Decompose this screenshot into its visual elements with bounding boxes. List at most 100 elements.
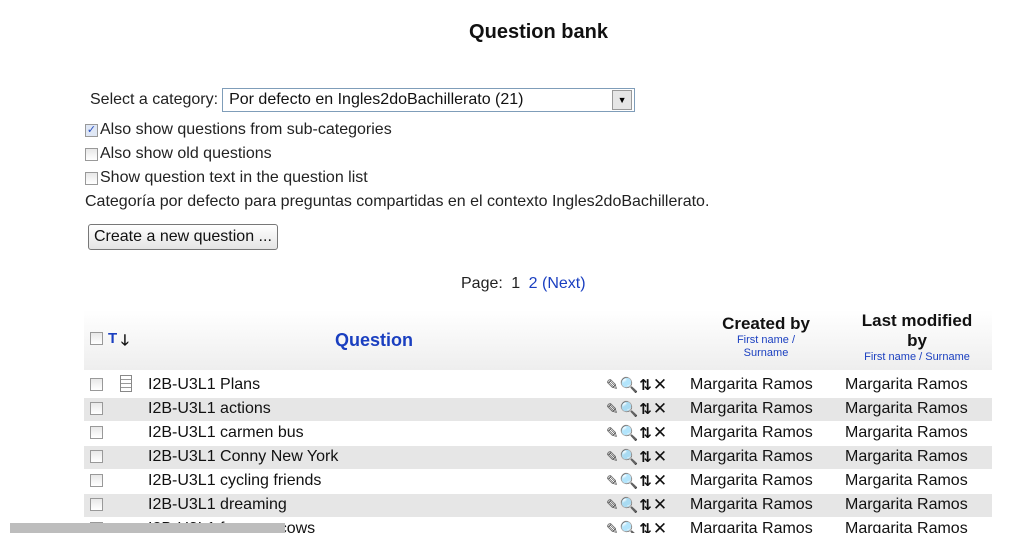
preview-icon[interactable]: 🔍 — [620, 425, 640, 442]
preview-icon[interactable]: 🔍 — [620, 521, 640, 533]
option-label: Also show questions from sub-categories — [100, 121, 392, 138]
edit-icon[interactable]: ✎ — [606, 401, 620, 418]
row-checkbox[interactable] — [90, 498, 103, 511]
preview-icon[interactable]: 🔍 — [620, 497, 640, 514]
row-actions: ✎🔍⇅✕ — [606, 519, 668, 533]
delete-icon[interactable]: ✕ — [653, 495, 668, 514]
pagination: Page: 1 2 (Next) — [461, 275, 586, 293]
delete-icon[interactable]: ✕ — [653, 375, 668, 394]
page-label: Page: — [461, 275, 503, 292]
preview-icon[interactable]: 🔍 — [620, 401, 640, 418]
modified-by-sort-link[interactable]: First name / Surname — [842, 351, 992, 364]
page-next-link[interactable]: (Next) — [542, 275, 586, 292]
option-old-questions[interactable]: Also show old questions — [85, 145, 272, 163]
created-by-sort-link[interactable]: First name / Surname — [716, 334, 816, 360]
row-checkbox[interactable] — [90, 450, 103, 463]
chevron-down-icon[interactable]: ▼ — [612, 90, 633, 110]
row-actions: ✎🔍⇅✕ — [606, 423, 668, 443]
move-icon[interactable]: ⇅ — [639, 473, 653, 490]
created-by-cell: Margarita Ramos — [690, 424, 813, 441]
row-checkbox[interactable] — [90, 402, 103, 415]
created-by-header: Created by First name / Surname — [700, 314, 832, 360]
row-actions: ✎🔍⇅✕ — [606, 375, 668, 395]
option-subcategories[interactable]: ✓ Also show questions from sub-categorie… — [85, 121, 392, 139]
row-checkbox[interactable] — [90, 378, 103, 391]
move-icon[interactable]: ⇅ — [639, 425, 653, 442]
table-row: I2B-U3L1 actions ✎🔍⇅✕ Margarita Ramos Ma… — [84, 398, 992, 421]
modified-by-cell: Margarita Ramos — [845, 424, 968, 441]
question-name: I2B-U3L1 dreaming — [148, 496, 287, 513]
move-icon[interactable]: ⇅ — [639, 497, 653, 514]
edit-icon[interactable]: ✎ — [606, 473, 620, 490]
sort-question-link[interactable]: Question — [335, 330, 413, 351]
question-name: I2B-U3L1 Plans — [148, 376, 261, 393]
delete-icon[interactable]: ✕ — [653, 519, 668, 533]
modified-by-cell: Margarita Ramos — [845, 496, 968, 513]
page-link-2[interactable]: 2 — [529, 275, 538, 292]
option-label: Show question text in the question list — [100, 169, 368, 186]
category-select[interactable]: Por defecto en Ingles2doBachillerato (21… — [222, 88, 636, 112]
table-row: I2B-U3L1 carmen bus ✎🔍⇅✕ Margarita Ramos… — [84, 422, 992, 445]
question-name: I2B-U3L1 actions — [148, 400, 271, 417]
edit-icon[interactable]: ✎ — [606, 377, 620, 394]
modified-by-cell: Margarita Ramos — [845, 520, 968, 533]
delete-icon[interactable]: ✕ — [653, 447, 668, 466]
row-checkbox[interactable] — [90, 474, 103, 487]
move-icon[interactable]: ⇅ — [639, 401, 653, 418]
created-by-cell: Margarita Ramos — [690, 448, 813, 465]
move-icon[interactable]: ⇅ — [639, 521, 653, 533]
question-name: I2B-U3L1 cycling friends — [148, 472, 322, 489]
subcategories-checkbox[interactable]: ✓ — [85, 123, 98, 137]
modified-by-title: Last modified by — [861, 311, 973, 350]
row-actions: ✎🔍⇅✕ — [606, 447, 668, 467]
created-by-title: Created by — [722, 314, 810, 333]
move-icon[interactable]: ⇅ — [639, 449, 653, 466]
modified-by-cell: Margarita Ramos — [845, 448, 968, 465]
table-row: I2B-U3L1 Conny New York ✎🔍⇅✕ Margarita R… — [84, 446, 992, 469]
edit-icon[interactable]: ✎ — [606, 425, 620, 442]
select-all-checkbox[interactable] — [90, 332, 103, 345]
delete-icon[interactable]: ✕ — [653, 423, 668, 442]
horizontal-scrollbar[interactable] — [10, 523, 285, 533]
question-name: I2B-U3L1 Conny New York — [148, 448, 339, 465]
created-by-cell: Margarita Ramos — [690, 496, 813, 513]
option-question-text[interactable]: Show question text in the question list — [85, 169, 368, 187]
preview-icon[interactable]: 🔍 — [620, 473, 640, 490]
preview-icon[interactable]: 🔍 — [620, 449, 640, 466]
essay-icon — [120, 375, 132, 392]
create-question-button[interactable]: Create a new question ... — [88, 224, 278, 250]
table-row: I2B-U3L1 Plans ✎🔍⇅✕ Margarita Ramos Marg… — [84, 374, 992, 397]
question-text-checkbox[interactable] — [85, 171, 98, 185]
row-actions: ✎🔍⇅✕ — [606, 495, 668, 515]
edit-icon[interactable]: ✎ — [606, 521, 620, 533]
created-by-cell: Margarita Ramos — [690, 520, 813, 533]
modified-by-cell: Margarita Ramos — [845, 376, 968, 393]
table-row: I2B-U3L1 dreaming ✎🔍⇅✕ Margarita Ramos M… — [84, 494, 992, 517]
option-label: Also show old questions — [100, 145, 272, 162]
edit-icon[interactable]: ✎ — [606, 449, 620, 466]
modified-by-cell: Margarita Ramos — [845, 472, 968, 489]
sort-arrow-down-icon[interactable]: 🡓 — [121, 330, 129, 355]
category-label: Select a category: — [90, 91, 219, 108]
modified-by-cell: Margarita Ramos — [845, 400, 968, 417]
old-questions-checkbox[interactable] — [85, 147, 98, 161]
category-select-value: Por defecto en Ingles2doBachillerato (21… — [229, 91, 524, 108]
sort-type-link[interactable]: T — [108, 330, 117, 347]
page-current: 1 — [511, 275, 521, 292]
question-name: I2B-U3L1 carmen bus — [148, 424, 304, 441]
row-actions: ✎🔍⇅✕ — [606, 399, 668, 419]
category-row: Select a category: Por defecto en Ingles… — [90, 88, 636, 112]
row-checkbox[interactable] — [90, 426, 103, 439]
page-title: Question bank — [469, 21, 608, 43]
modified-by-header: Last modified by First name / Surname — [842, 311, 992, 364]
created-by-cell: Margarita Ramos — [690, 472, 813, 489]
table-row: I2B-U3L1 cycling friends ✎🔍⇅✕ Margarita … — [84, 470, 992, 493]
delete-icon[interactable]: ✕ — [653, 399, 668, 418]
created-by-cell: Margarita Ramos — [690, 400, 813, 417]
delete-icon[interactable]: ✕ — [653, 471, 668, 490]
preview-icon[interactable]: 🔍 — [620, 377, 640, 394]
move-icon[interactable]: ⇅ — [639, 377, 653, 394]
edit-icon[interactable]: ✎ — [606, 497, 620, 514]
category-description: Categoría por defecto para preguntas com… — [85, 193, 710, 210]
created-by-cell: Margarita Ramos — [690, 376, 813, 393]
